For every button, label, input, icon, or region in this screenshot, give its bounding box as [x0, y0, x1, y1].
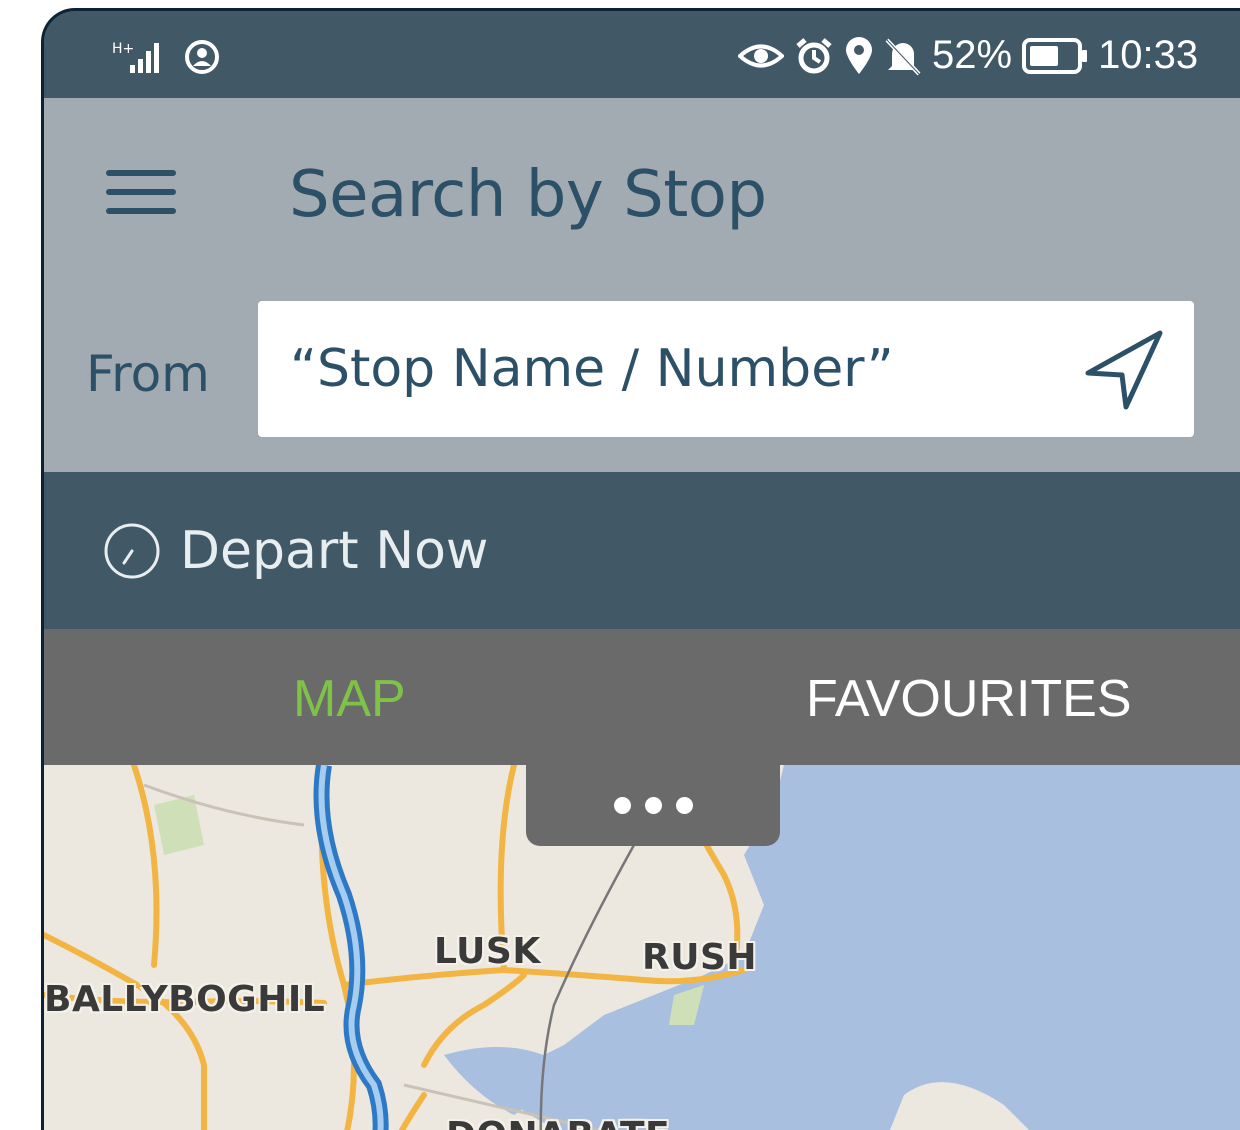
navigation-arrow-icon: [1085, 330, 1163, 410]
mute-icon: [884, 36, 922, 76]
battery-icon: [1022, 37, 1088, 75]
phone-screen: H+ 52% 10:33 Search by Stop From “Stop N…: [41, 8, 1240, 1130]
clock-icon: [104, 523, 160, 578]
signal-icon: H+: [112, 37, 172, 77]
clock-time: 10:33: [1098, 33, 1199, 77]
map-town-label: BALLYBOGHIL: [44, 979, 326, 1020]
handle-dot: [613, 797, 631, 814]
menu-icon-bar: [106, 208, 176, 214]
vpn-icon: [184, 39, 220, 75]
network-type-label: H+: [112, 41, 134, 57]
app-header: Search by Stop From: [44, 98, 1240, 472]
depart-time-selector[interactable]: Depart Now: [44, 472, 1240, 629]
menu-icon-bar: [106, 189, 176, 195]
handle-dot: [644, 797, 662, 814]
status-right: 52% 10:33: [738, 33, 1198, 78]
tab-bar: MAP FAVOURITES: [44, 629, 1240, 765]
battery-percent: 52%: [932, 33, 1013, 77]
status-left: H+: [112, 37, 220, 77]
alarm-icon: [794, 36, 834, 76]
stop-search-input[interactable]: [258, 301, 1038, 437]
status-bar: H+ 52% 10:33: [44, 11, 1240, 98]
eye-icon: [738, 41, 784, 71]
menu-icon-bar: [106, 170, 176, 176]
tab-map[interactable]: MAP: [293, 669, 406, 729]
map-town-label: LUSK: [434, 931, 541, 972]
handle-dot: [675, 797, 693, 814]
location-icon: [844, 36, 874, 76]
map-town-label: RUSH: [642, 937, 758, 978]
tab-favourites[interactable]: FAVOURITES: [806, 669, 1132, 729]
menu-button[interactable]: [106, 170, 176, 224]
map-town-label: DONABATE: [446, 1115, 670, 1130]
map-panel-handle[interactable]: [526, 765, 780, 846]
from-label: From: [86, 345, 210, 403]
depart-label: Depart Now: [180, 520, 489, 581]
stop-search-box: [258, 301, 1194, 437]
locate-me-button[interactable]: [1080, 323, 1172, 415]
page-title: Search by Stop: [289, 158, 767, 232]
